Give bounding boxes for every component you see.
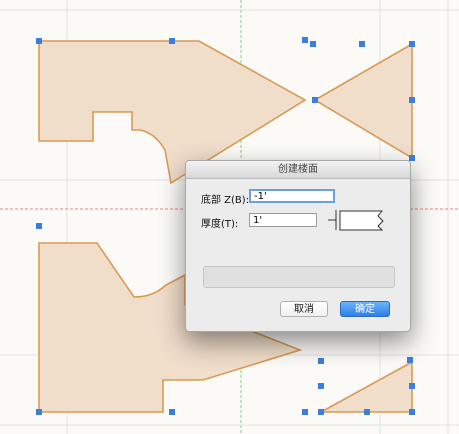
handle <box>312 97 318 103</box>
handle <box>310 41 316 47</box>
handle <box>302 409 308 415</box>
dialog-title: 创建楼面 <box>186 161 410 179</box>
handle <box>364 409 370 415</box>
handle <box>36 38 42 44</box>
floor-shape-lower-right-triangle[interactable] <box>320 360 413 413</box>
slab-thickness-icon <box>328 210 384 231</box>
handle <box>409 383 415 389</box>
handle <box>409 409 415 415</box>
handle <box>409 97 415 103</box>
handle <box>169 409 175 415</box>
handle <box>169 38 175 44</box>
handle <box>302 37 308 43</box>
handle <box>318 409 324 415</box>
thickness-input[interactable]: 1' <box>249 213 317 227</box>
ok-button[interactable]: 确定 <box>340 301 390 317</box>
cancel-button[interactable]: 取消 <box>280 301 328 317</box>
handle <box>407 357 413 363</box>
handle <box>36 223 42 229</box>
bottom-z-input[interactable]: -1' <box>249 189 335 203</box>
bottom-z-label: 底部 Z(B): <box>201 195 250 206</box>
handle <box>318 358 324 364</box>
handle <box>409 155 415 161</box>
handle <box>359 41 365 47</box>
floor-shape-right-triangle[interactable] <box>313 42 413 160</box>
create-floor-dialog: 创建楼面 底部 Z(B): -1' 厚度(T): 1' 取消 确定 <box>185 160 411 332</box>
handle <box>318 383 324 389</box>
handle <box>36 409 42 415</box>
handle <box>409 41 415 47</box>
thickness-label: 厚度(T): <box>201 219 239 230</box>
preview-bar <box>203 266 395 288</box>
